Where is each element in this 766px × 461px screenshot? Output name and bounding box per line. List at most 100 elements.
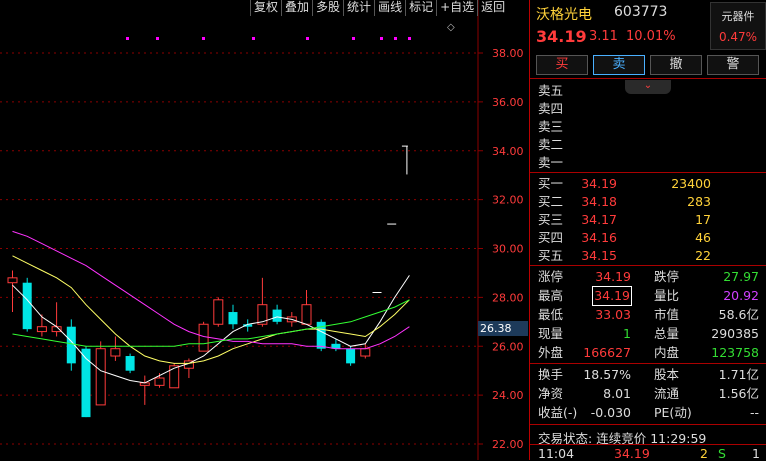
fund-value: -- (749, 405, 759, 420)
alert-button[interactable]: 警 (707, 55, 759, 75)
limit-marker (306, 37, 309, 40)
buy-button[interactable]: 买 (536, 55, 588, 75)
quote-label: 跌停 (654, 269, 680, 284)
y-tick-label: 28.00 (492, 291, 524, 304)
bid-label: 买三 (538, 212, 564, 227)
fund-label: PE(动) (654, 405, 692, 420)
y-tick-label: 22.00 (492, 438, 524, 451)
candle-body (169, 365, 180, 389)
current-price-tag: 26.38 (478, 321, 528, 336)
candle-body (7, 277, 18, 284)
ask-row: 卖一 (530, 154, 766, 172)
tick-row: 11:04 34.19 2 S 1 (538, 446, 766, 461)
ask-row: 卖五 (530, 82, 766, 100)
diamond-icon[interactable]: ◇ (447, 22, 455, 33)
sector-name: 元器件 (721, 10, 755, 23)
candle-body (198, 323, 209, 352)
quote-row: 最高 34.19 量比 20.92 (530, 286, 766, 306)
quote-row: 现量 1 总量 290385 (530, 325, 766, 343)
fundamental-row: 收益(-) -0.030 PE(动) -- (530, 404, 766, 422)
fund-value: 1.56亿 (718, 386, 759, 401)
bid-row: 买二 34.18 283 (530, 193, 766, 211)
last-price: 34.19 (536, 27, 587, 46)
quote-label: 量比 (654, 288, 680, 303)
bid-price: 34.18 (581, 194, 617, 209)
quote-label: 涨停 (538, 269, 564, 284)
y-tick-label: 32.00 (492, 194, 524, 207)
quote-label: 最低 (538, 307, 564, 322)
ask-label: 卖一 (538, 155, 564, 170)
toolbar-button[interactable]: +自选 (436, 0, 477, 16)
toolbar-button[interactable]: 标记 (405, 0, 436, 16)
quote-value: 166627 (583, 345, 631, 360)
quote-label: 市值 (654, 307, 680, 322)
candle-body (22, 282, 32, 330)
y-tick-label: 24.00 (492, 389, 524, 402)
fund-value: -0.030 (590, 405, 631, 420)
y-tick-label: 34.00 (492, 145, 524, 158)
quote-value: 27.97 (723, 269, 759, 284)
sell-button[interactable]: 卖 (593, 55, 645, 75)
tick-time: 11:04 (538, 446, 575, 461)
toolbar-button[interactable]: 叠加 (281, 0, 312, 16)
bid-label: 买五 (538, 248, 564, 263)
ask-label: 卖四 (538, 101, 564, 116)
toolbar-button[interactable]: 返回 (477, 0, 508, 16)
tick-side: S (718, 446, 726, 461)
chart-toolbar: 复权 叠加 多股 统计 画线 标记 +自选 返回 (250, 0, 508, 16)
candle-body (125, 356, 135, 371)
limit-marker (156, 37, 159, 40)
candle-body (360, 348, 371, 357)
quote-label: 内盘 (654, 345, 680, 360)
bid-price: 34.15 (581, 248, 617, 263)
tick-count: 1 (752, 446, 760, 461)
candle-body (228, 312, 238, 325)
quote-label: 最高 (538, 288, 564, 303)
bid-volume: 23400 (671, 176, 711, 191)
fundamental-row: 净资 8.01 流通 1.56亿 (530, 385, 766, 403)
candle-body (110, 348, 121, 357)
ask-label: 卖三 (538, 119, 564, 134)
bid-row: 买五 34.15 22 (530, 247, 766, 265)
ask-label: 卖二 (538, 137, 564, 152)
candle-body (272, 309, 282, 322)
candle-body (301, 304, 312, 325)
fund-value: 1.71亿 (718, 367, 759, 382)
bid-volume: 22 (695, 248, 711, 263)
quote-row: 最低 33.03 市值 58.6亿 (530, 306, 766, 324)
y-tick-label: 38.00 (492, 47, 524, 60)
limit-marker (252, 37, 255, 40)
fund-label: 收益(-) (538, 405, 578, 420)
stock-name: 沃格光电 (536, 7, 592, 23)
fund-label: 股本 (654, 367, 680, 382)
sector-box[interactable]: 元器件 0.47% (710, 2, 766, 50)
bid-label: 买二 (538, 194, 564, 209)
limit-marker (202, 37, 205, 40)
quote-value: 34.19 (595, 269, 631, 284)
kline-chart[interactable]: 38.00 36.00 34.00 32.00 30.00 28.00 26.00 24.00… (0, 0, 528, 460)
quote-value: 290385 (711, 326, 759, 341)
candle-body (95, 348, 106, 406)
toolbar-button[interactable]: 画线 (374, 0, 405, 16)
bid-price: 34.16 (581, 230, 617, 245)
y-tick-label: 30.00 (492, 243, 524, 256)
candle-body (213, 299, 224, 325)
stock-code: 603773 (614, 4, 668, 20)
limit-marker (380, 37, 383, 40)
toolbar-button[interactable]: 多股 (312, 0, 343, 16)
toolbar-button[interactable]: 复权 (250, 0, 281, 16)
fund-label: 净资 (538, 386, 564, 401)
cancel-button[interactable]: 撤 (650, 55, 702, 75)
ask-row: 卖三 (530, 118, 766, 136)
quote-value: 123758 (711, 345, 759, 360)
quote-label: 总量 (654, 326, 680, 341)
quote-value: 34.19 (592, 286, 632, 306)
y-tick-label: 36.00 (492, 96, 524, 109)
bid-label: 买四 (538, 230, 564, 245)
quote-row: 涨停 34.19 跌停 27.97 (530, 268, 766, 286)
candle-body (346, 348, 356, 364)
y-tick-label: 26.00 (492, 340, 524, 353)
limit-marker (352, 37, 355, 40)
quote-label: 外盘 (538, 345, 564, 360)
toolbar-button[interactable]: 统计 (343, 0, 374, 16)
